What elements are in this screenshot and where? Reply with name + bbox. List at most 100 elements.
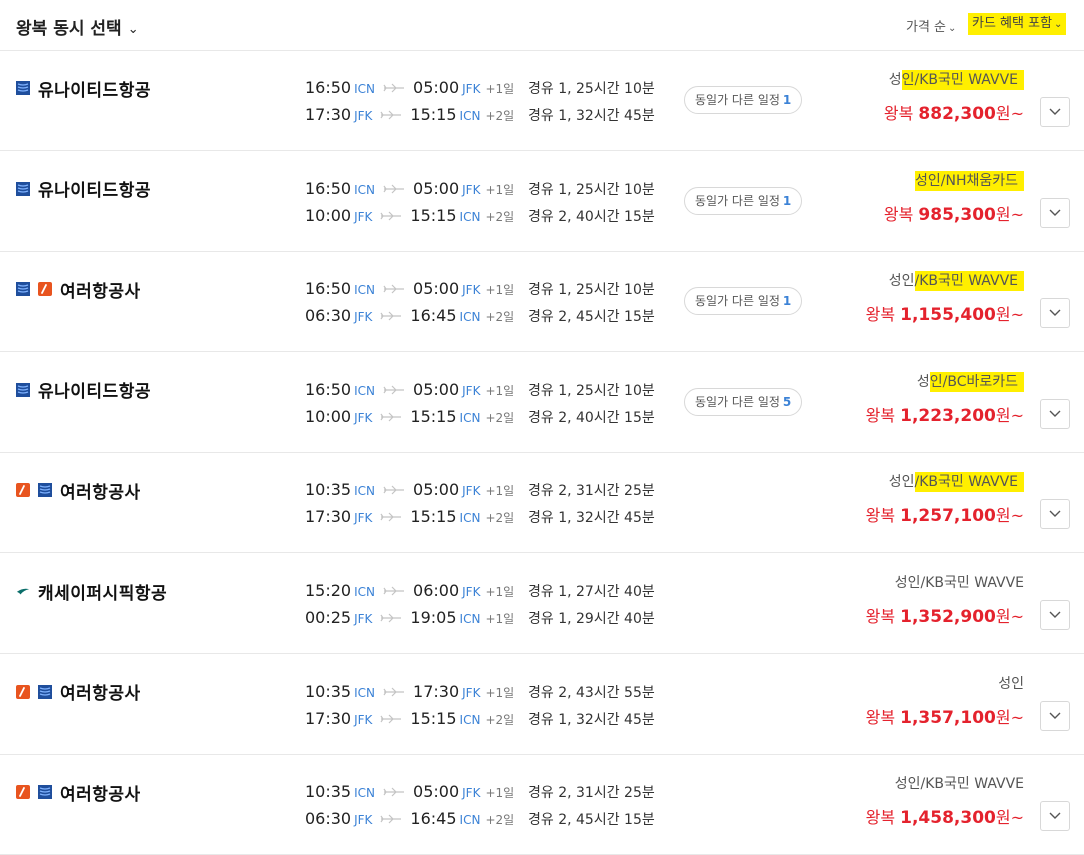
stopover-info: 경유 1, 32시간 45분	[528, 711, 655, 728]
benefit-text: 성인/KB국민 WAVVE	[894, 575, 1024, 591]
same-price-schedules-button[interactable]: 동일가 다른 일정 1	[684, 86, 803, 114]
airplane-icon	[378, 411, 404, 425]
price-prefix: 왕복	[865, 707, 901, 727]
price-amount: 1,458,300	[900, 808, 996, 829]
expand-button[interactable]	[1040, 298, 1070, 329]
departure-airport: JFK	[354, 109, 373, 123]
expand-button[interactable]	[1040, 197, 1070, 228]
trip-select-dropdown[interactable]: 왕복 동시 선택 ⌄	[16, 14, 139, 39]
day-offset: +1일	[485, 182, 515, 197]
flight-row[interactable]: 여러항공사 10:35 ICN 05:00 JFK +1일 06:30 JFK 16:45 ICN…	[0, 754, 1084, 855]
day-offset: +2일	[485, 109, 515, 123]
airline-info: 여러항공사	[16, 479, 141, 503]
arrival-airport: JFK	[462, 786, 481, 801]
arrival-airport: JFK	[462, 283, 481, 298]
day-offset: +1일	[485, 383, 515, 398]
benefit-text: 성인	[888, 273, 915, 290]
arrival-time: 05:00	[413, 480, 460, 500]
day-offset: +1일	[485, 612, 515, 626]
expand-button[interactable]	[1040, 600, 1070, 630]
price: 왕복 1,155,400원~	[866, 301, 1024, 325]
arrival-airport: JFK	[462, 383, 481, 398]
benefit-highlight: /KB국민 WAVVE	[914, 271, 1024, 292]
expand-button[interactable]	[1040, 398, 1070, 429]
same-price-schedules-button[interactable]: 동일가 다른 일정 5	[684, 387, 803, 416]
return-leg: 06:30 JFK 16:45 ICN +2일	[305, 306, 514, 326]
flight-results-page: 왕복 동시 선택 ⌄ 가격 순 ⌄ 카드 혜택 포함 ⌄ 유나이티드항공 16:50 IC…	[0, 0, 1084, 855]
same-price-label: 동일가 다른 일정	[695, 294, 780, 309]
chevron-down-icon	[1049, 209, 1061, 216]
card-benefit-dropdown[interactable]: 카드 혜택 포함 ⌄	[968, 13, 1067, 35]
flight-row[interactable]: 유나이티드항공 16:50 ICN 05:00 JFK +1일 10:00 JFK 15:15 I…	[0, 352, 1084, 453]
departure-airport: ICN	[354, 685, 376, 700]
flight-row[interactable]: 여러항공사 16:50 ICN 05:00 JFK +1일 06:30 JFK 16:45 ICN…	[0, 251, 1084, 353]
united-logo-icon	[16, 181, 30, 196]
price-prefix: 왕복	[865, 808, 901, 828]
arrival-airport: ICN	[459, 612, 481, 626]
benefit-highlight: 성인/NH채움카드	[915, 170, 1024, 191]
expand-button[interactable]	[1040, 97, 1070, 127]
flight-row[interactable]: 여러항공사 10:35 ICN 05:00 JFK +1일 17:30 JFK 15:15 ICN…	[0, 452, 1084, 554]
departure-time: 10:35	[305, 480, 352, 500]
airplane-icon	[381, 384, 407, 398]
day-offset: +1일	[485, 786, 515, 801]
day-offset: +2일	[485, 712, 515, 727]
arrival-airport: JFK	[462, 685, 481, 700]
benefit-highlight: 인/BC바로카드	[929, 371, 1024, 392]
flight-row[interactable]: 유나이티드항공 16:50 ICN 05:00 JFK +1일 10:00 JFK 15:15 I…	[0, 151, 1084, 252]
stopover-info: 경유 1, 32시간 45분	[528, 108, 655, 124]
price-amount: 1,352,900	[900, 607, 996, 627]
departure-airport: ICN	[354, 585, 376, 599]
outbound-leg: 10:35 ICN 05:00 JFK +1일	[305, 480, 514, 500]
price: 왕복 985,300원~	[884, 201, 1024, 225]
airplane-icon	[378, 713, 404, 727]
airplane-icon	[381, 484, 407, 498]
airplane-icon	[378, 210, 404, 224]
day-offset: +2일	[485, 511, 515, 526]
price-amount: 882,300	[918, 104, 996, 124]
return-leg: 17:30 JFK 15:15 ICN +2일	[305, 709, 514, 729]
departure-time: 17:30	[305, 507, 352, 527]
sort-dropdown[interactable]: 가격 순 ⌄	[906, 16, 956, 35]
flight-row[interactable]: 여러항공사 10:35 ICN 17:30 JFK +1일 17:30 JFK 15:15 ICN…	[0, 654, 1084, 755]
jal-logo-icon	[38, 282, 52, 297]
departure-time: 00:25	[305, 608, 352, 627]
airline-name: 여러항공사	[60, 281, 141, 302]
expand-button[interactable]	[1040, 700, 1070, 731]
united-logo-icon	[38, 684, 52, 699]
outbound-leg: 10:35 ICN 05:00 JFK +1일	[305, 782, 514, 802]
same-price-schedules-button[interactable]: 동일가 다른 일정 1	[684, 186, 803, 215]
price-prefix: 왕복	[865, 607, 901, 626]
arrival-time: 05:00	[413, 782, 460, 802]
same-price-count: 1	[782, 193, 792, 208]
same-price-label: 동일가 다른 일정	[695, 193, 780, 208]
airline-name: 여러항공사	[60, 684, 141, 705]
fare-benefit: 성인	[998, 673, 1024, 693]
airline-name: 캐세이퍼시픽항공	[38, 583, 168, 604]
day-offset: +2일	[485, 310, 515, 325]
price-suffix: 원~	[995, 607, 1024, 626]
benefit-text: 성인	[998, 675, 1024, 692]
airline-name: 유나이티드항공	[38, 382, 151, 403]
return-leg: 06:30 JFK 16:45 ICN +2일	[305, 809, 514, 829]
price-suffix: 원~	[995, 506, 1024, 526]
airline-name: 여러항공사	[60, 482, 141, 503]
departure-airport: ICN	[354, 484, 376, 499]
return-leg: 10:00 JFK 15:15 ICN +2일	[305, 407, 514, 427]
flight-row[interactable]: 유나이티드항공 16:50 ICN 05:00 JFK +1일 17:30 JFK 15:15 I…	[0, 50, 1084, 151]
price-amount: 1,223,200	[900, 405, 996, 426]
airplane-icon	[381, 183, 407, 197]
departure-time: 10:00	[305, 406, 352, 426]
expand-button[interactable]	[1040, 499, 1070, 530]
departure-airport: ICN	[354, 786, 376, 801]
airline-info: 유나이티드항공	[16, 379, 151, 403]
airline-info: 캐세이퍼시픽항공	[16, 580, 168, 604]
flight-row[interactable]: 캐세이퍼시픽항공 15:20 ICN 06:00 JFK +1일 00:25 JFK 19:05…	[0, 553, 1084, 654]
same-price-schedules-button[interactable]: 동일가 다른 일정 1	[684, 287, 803, 316]
page-title: 왕복 동시 선택	[16, 19, 122, 39]
expand-button[interactable]	[1040, 801, 1070, 832]
price-suffix: 원~	[995, 305, 1024, 325]
arrival-airport: JFK	[462, 484, 481, 499]
return-leg: 10:00 JFK 15:15 ICN +2일	[305, 206, 514, 226]
arrival-time: 05:00	[413, 78, 460, 97]
